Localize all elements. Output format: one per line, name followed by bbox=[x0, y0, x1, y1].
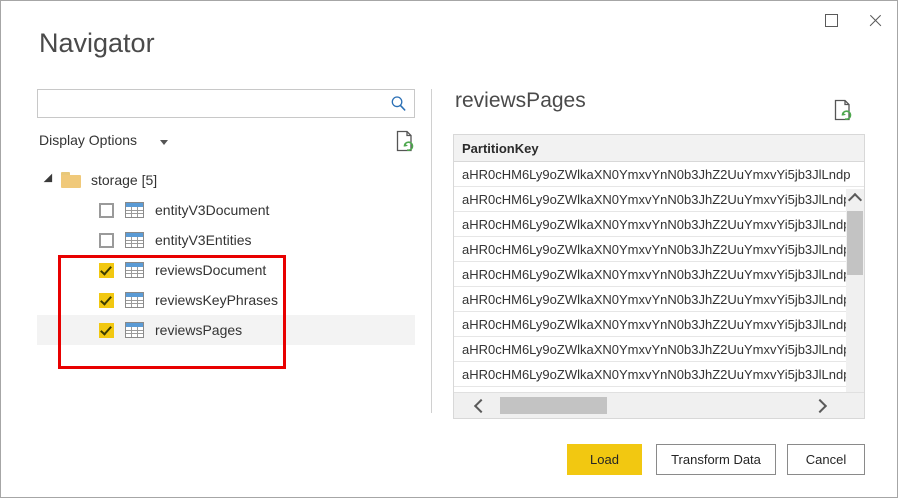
chevron-up-icon bbox=[847, 192, 863, 207]
preview-panel: reviewsPages PartitionKey aHR0cHM6Ly9oZW… bbox=[453, 89, 865, 419]
horizontal-scrollbar-thumb[interactable] bbox=[500, 397, 607, 414]
cancel-button[interactable]: Cancel bbox=[787, 444, 865, 475]
panel-divider bbox=[431, 89, 432, 413]
checkbox-reviewspages[interactable] bbox=[99, 322, 114, 338]
tree-root-storage[interactable]: storage [5] bbox=[37, 165, 415, 195]
scroll-right-button[interactable] bbox=[808, 393, 834, 418]
table-row[interactable]: aHR0cHM6Ly9oZWlkaXN0YmxvYnN0b3JhZ2UuYmxv… bbox=[454, 237, 864, 262]
table-row[interactable]: aHR0cHM6Ly9oZWlkaXN0YmxvYnN0b3JhZ2UuYmxv… bbox=[454, 312, 864, 337]
close-icon bbox=[868, 13, 883, 28]
table-row[interactable]: aHR0cHM6Ly9oZWlkaXN0YmxvYnN0b3JhZ2UuYmxv… bbox=[454, 262, 864, 287]
tree-root-label: storage [5] bbox=[91, 172, 158, 188]
table-icon bbox=[125, 262, 144, 278]
tree-item-reviewsdocument[interactable]: reviewsDocument bbox=[37, 255, 415, 285]
dialog-footer: Load Transform Data Cancel bbox=[1, 444, 897, 484]
table-row[interactable]: aHR0cHM6Ly9oZWlkaXN0YmxvYnN0b3JhZ2UuYmxv… bbox=[454, 362, 864, 387]
chevron-right-icon bbox=[812, 398, 827, 413]
checkbox-reviewskeyphrases[interactable] bbox=[99, 292, 114, 308]
table-icon bbox=[125, 202, 144, 218]
page-title: Navigator bbox=[39, 28, 155, 58]
grid-body: aHR0cHM6Ly9oZWlkaXN0YmxvYnN0b3JhZ2UuYmxv… bbox=[454, 162, 864, 418]
horizontal-scrollbar[interactable] bbox=[454, 392, 864, 418]
tree-item-label: reviewsDocument bbox=[155, 262, 267, 278]
scroll-left-button[interactable] bbox=[466, 393, 492, 418]
checkbox-entityv3document[interactable] bbox=[99, 202, 114, 218]
table-icon bbox=[125, 292, 144, 308]
tree-item-entityv3entities[interactable]: entityV3Entities bbox=[37, 225, 415, 255]
tree-item-reviewskeyphrases[interactable]: reviewsKeyPhrases bbox=[37, 285, 415, 315]
maximize-button[interactable] bbox=[809, 1, 853, 39]
transform-data-button[interactable]: Transform Data bbox=[656, 444, 776, 475]
search-icon[interactable] bbox=[390, 95, 407, 112]
triangle-expanded-icon[interactable] bbox=[43, 173, 57, 187]
folder-icon bbox=[61, 172, 81, 188]
table-row[interactable]: aHR0cHM6Ly9oZWlkaXN0YmxvYnN0b3JhZ2UuYmxv… bbox=[454, 162, 864, 187]
window-controls bbox=[809, 1, 897, 39]
search-input[interactable] bbox=[44, 90, 388, 119]
tree-item-label: entityV3Entities bbox=[155, 232, 252, 248]
grid-column-header-partitionkey[interactable]: PartitionKey bbox=[454, 135, 864, 162]
navigation-panel: Display Options storage [5] entityV3Docu… bbox=[37, 89, 417, 409]
preview-grid: PartitionKey aHR0cHM6Ly9oZWlkaXN0YmxvYnN… bbox=[453, 134, 865, 419]
tree-item-label: entityV3Document bbox=[155, 202, 270, 218]
chevron-left-icon bbox=[473, 398, 488, 413]
table-row[interactable]: aHR0cHM6Ly9oZWlkaXN0YmxvYnN0b3JhZ2UuYmxv… bbox=[454, 187, 864, 212]
checkbox-entityv3entities[interactable] bbox=[99, 232, 114, 248]
table-row[interactable]: aHR0cHM6Ly9oZWlkaXN0YmxvYnN0b3JhZ2UuYmxv… bbox=[454, 287, 864, 312]
vertical-scrollbar-thumb[interactable] bbox=[847, 211, 863, 275]
table-row[interactable]: aHR0cHM6Ly9oZWlkaXN0YmxvYnN0b3JhZ2UuYmxv… bbox=[454, 337, 864, 362]
object-tree: storage [5] entityV3Document entityV3Ent… bbox=[37, 165, 415, 345]
table-icon bbox=[125, 232, 144, 248]
tree-item-entityv3document[interactable]: entityV3Document bbox=[37, 195, 415, 225]
tree-item-label: reviewsKeyPhrases bbox=[155, 292, 278, 308]
refresh-document-icon[interactable] bbox=[395, 130, 415, 152]
search-box[interactable] bbox=[37, 89, 415, 119]
vertical-scrollbar[interactable] bbox=[846, 189, 864, 418]
close-button[interactable] bbox=[853, 1, 897, 39]
preview-title: reviewsPages bbox=[455, 89, 586, 112]
load-button[interactable]: Load bbox=[567, 444, 642, 475]
tree-item-label: reviewsPages bbox=[155, 322, 243, 338]
display-options-button[interactable]: Display Options bbox=[39, 132, 137, 148]
navigator-dialog: Navigator Display Options storage [5] en… bbox=[0, 0, 898, 498]
table-row[interactable]: aHR0cHM6Ly9oZWlkaXN0YmxvYnN0b3JhZ2UuYmxv… bbox=[454, 212, 864, 237]
checkbox-reviewsdocument[interactable] bbox=[99, 262, 114, 278]
chevron-down-icon[interactable] bbox=[160, 140, 168, 145]
refresh-document-icon[interactable] bbox=[833, 99, 853, 121]
tree-item-reviewspages[interactable]: reviewsPages bbox=[37, 315, 415, 345]
scroll-up-button[interactable] bbox=[846, 189, 864, 207]
display-options-row: Display Options bbox=[37, 130, 415, 154]
table-icon bbox=[125, 322, 144, 338]
maximize-icon bbox=[824, 13, 838, 27]
